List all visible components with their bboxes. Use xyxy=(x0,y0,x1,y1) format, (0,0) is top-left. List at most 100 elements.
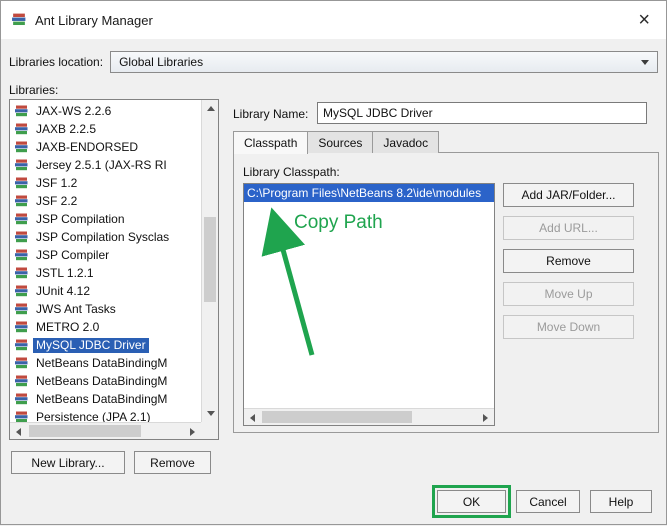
new-library-button[interactable]: New Library... xyxy=(11,451,125,474)
add-jar-folder-button[interactable]: Add JAR/Folder... xyxy=(503,183,634,207)
library-classpath-label: Library Classpath: xyxy=(243,165,340,179)
library-books-icon xyxy=(11,13,27,27)
libraries-location-row: Libraries location: Global Libraries xyxy=(9,51,658,73)
vertical-scrollbar[interactable] xyxy=(201,100,218,422)
libraries-list-items: JAX-WS 2.2.6 JAXB 2.2.5 JAXB-ENDORSED Jerse… xyxy=(10,100,201,422)
tab-classpath[interactable]: Classpath xyxy=(233,131,309,154)
list-item[interactable]: JSF 2.2 xyxy=(10,192,201,210)
library-item-label: JSP Compilation Sysclas xyxy=(36,229,170,244)
list-item[interactable]: MySQL JDBC Driver xyxy=(10,336,201,354)
books-icon xyxy=(14,303,30,316)
list-item[interactable]: METRO 2.0 xyxy=(10,318,201,336)
library-item-label: NetBeans DataBindingM xyxy=(36,355,168,370)
library-item-label: NetBeans DataBindingM xyxy=(36,391,168,406)
horizontal-scrollbar[interactable] xyxy=(10,422,201,439)
books-icon xyxy=(14,195,30,208)
books-icon xyxy=(14,285,30,298)
scroll-up-icon xyxy=(206,106,215,111)
ant-library-manager-dialog: { "colors": { "selection_blue": "#2a5fb4… xyxy=(0,0,667,525)
books-icon xyxy=(14,123,30,136)
scroll-up-button[interactable] xyxy=(202,100,219,117)
list-item[interactable]: JSP Compilation xyxy=(10,210,201,228)
ok-highlight-annotation: OK xyxy=(432,485,511,518)
classpath-buttons: Add JAR/Folder... Add URL... Remove Move Up… xyxy=(503,183,634,339)
ok-button[interactable]: OK xyxy=(437,490,506,513)
move-up-button: Move Up xyxy=(503,282,634,306)
books-icon xyxy=(14,339,30,352)
list-item[interactable]: JAXB-ENDORSED xyxy=(10,138,201,156)
books-icon xyxy=(14,177,30,190)
library-item-label: Persistence (JPA 2.1) xyxy=(36,409,151,423)
library-name-input[interactable] xyxy=(317,102,647,124)
remove-library-button[interactable]: Remove xyxy=(134,451,211,474)
library-item-label: JSP Compilation xyxy=(36,211,125,226)
list-item[interactable]: JUnit 4.12 xyxy=(10,282,201,300)
tab-javadoc[interactable]: Javadoc xyxy=(372,131,440,153)
scroll-left-icon xyxy=(250,413,255,422)
library-name-label: Library Name: xyxy=(233,107,309,121)
vertical-scroll-thumb[interactable] xyxy=(204,217,216,302)
library-item-label: JAX-WS 2.2.6 xyxy=(36,103,112,118)
classpath-scroll-left-button[interactable] xyxy=(244,409,261,426)
list-item[interactable]: JSP Compiler xyxy=(10,246,201,264)
classpath-list: C:\Program Files\NetBeans 8.2\ide\module… xyxy=(243,183,495,426)
list-item[interactable]: JSF 1.2 xyxy=(10,174,201,192)
scroll-down-icon xyxy=(206,411,215,416)
list-item[interactable]: Jersey 2.5.1 (JAX-RS RI xyxy=(10,156,201,174)
scroll-right-icon xyxy=(190,427,195,436)
list-item[interactable]: JWS Ant Tasks xyxy=(10,300,201,318)
libraries-list: JAX-WS 2.2.6 JAXB 2.2.5 JAXB-ENDORSED Jerse… xyxy=(9,99,219,440)
list-item[interactable]: JSTL 1.2.1 xyxy=(10,264,201,282)
books-icon xyxy=(14,159,30,172)
library-item-label: NetBeans DataBindingM xyxy=(36,373,168,388)
books-icon xyxy=(14,141,30,154)
library-item-label: JSF 2.2 xyxy=(36,193,78,208)
combo-dropdown-icon xyxy=(641,59,649,65)
classpath-item[interactable]: C:\Program Files\NetBeans 8.2\ide\module… xyxy=(244,184,494,202)
list-item[interactable]: Persistence (JPA 2.1) xyxy=(10,408,201,422)
help-button[interactable]: Help xyxy=(590,490,652,513)
library-item-label: JSF 1.2 xyxy=(36,175,78,190)
library-item-label: JUnit 4.12 xyxy=(36,283,91,298)
add-url-button: Add URL... xyxy=(503,216,634,240)
list-item[interactable]: NetBeans DataBindingM xyxy=(10,390,201,408)
books-icon xyxy=(14,249,30,262)
move-down-button: Move Down xyxy=(503,315,634,339)
classpath-horizontal-scrollbar[interactable] xyxy=(244,408,494,425)
books-icon xyxy=(14,393,30,406)
detail-tabs: Classpath Sources Javadoc xyxy=(233,131,440,154)
library-item-label: JSTL 1.2.1 xyxy=(36,265,94,280)
classpath-scroll-thumb[interactable] xyxy=(262,411,412,423)
tab-sources[interactable]: Sources xyxy=(307,131,374,153)
list-item[interactable]: JSP Compilation Sysclas xyxy=(10,228,201,246)
list-item[interactable]: NetBeans DataBindingM xyxy=(10,372,201,390)
scrollbar-corner xyxy=(201,422,218,439)
scroll-left-button[interactable] xyxy=(10,423,27,440)
list-item[interactable]: NetBeans DataBindingM xyxy=(10,354,201,372)
cancel-button[interactable]: Cancel xyxy=(516,490,580,513)
list-item[interactable]: JAX-WS 2.2.6 xyxy=(10,102,201,120)
books-icon xyxy=(14,375,30,388)
library-item-label: JSP Compiler xyxy=(36,247,110,262)
remove-button[interactable]: Remove xyxy=(503,249,634,273)
library-item-label: JAXB 2.2.5 xyxy=(36,121,97,136)
horizontal-scroll-thumb[interactable] xyxy=(29,425,141,437)
title-bar: Ant Library Manager × xyxy=(1,1,666,39)
close-icon[interactable]: × xyxy=(632,8,656,32)
books-icon xyxy=(14,267,30,280)
books-icon xyxy=(14,411,30,423)
books-icon xyxy=(14,357,30,370)
libraries-location-select[interactable]: Global Libraries xyxy=(110,51,658,73)
library-item-label: JWS Ant Tasks xyxy=(36,301,116,316)
scroll-right-icon xyxy=(483,413,488,422)
list-item[interactable]: JAXB 2.2.5 xyxy=(10,120,201,138)
scroll-right-button[interactable] xyxy=(184,423,201,440)
library-item-label: METRO 2.0 xyxy=(36,319,100,334)
dialog-buttons: OK Cancel Help xyxy=(432,485,652,518)
classpath-panel: Library Classpath: C:\Program Files\NetB… xyxy=(233,152,659,433)
library-item-label: JAXB-ENDORSED xyxy=(36,139,139,154)
library-item-label: Jersey 2.5.1 (JAX-RS RI xyxy=(36,157,167,172)
classpath-scroll-right-button[interactable] xyxy=(477,409,494,426)
books-icon xyxy=(14,213,30,226)
scroll-down-button[interactable] xyxy=(202,405,219,422)
